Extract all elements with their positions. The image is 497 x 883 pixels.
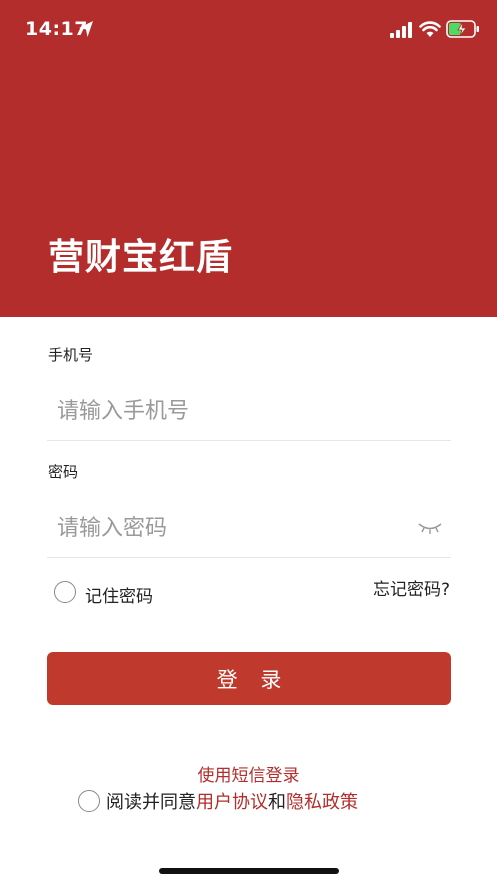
home-indicator	[159, 868, 339, 874]
header-banner: 14:17 营财宝红盾	[0, 0, 497, 317]
app-title: 营财宝红盾	[48, 237, 234, 278]
login-button[interactable]: 登 录	[47, 652, 451, 705]
agreement-row: 阅读并同意 用户协议 和 隐私政策	[78, 789, 358, 813]
user-agreement-link[interactable]: 用户协议	[196, 788, 268, 814]
forgot-password-link[interactable]: 忘记密码?	[373, 575, 450, 600]
battery-charging-icon	[446, 20, 479, 38]
agreement-prefix: 阅读并同意	[106, 792, 196, 813]
phone-input[interactable]	[47, 391, 451, 431]
password-input[interactable]	[47, 508, 407, 548]
remember-password-radio[interactable]	[54, 581, 76, 603]
cellular-signal-icon	[390, 22, 412, 38]
password-label: 密码	[48, 463, 79, 481]
eye-closed-icon[interactable]	[418, 521, 442, 535]
phone-label: 手机号	[48, 346, 94, 364]
password-divider	[47, 557, 451, 558]
sms-login-link[interactable]: 使用短信登录	[0, 761, 497, 786]
remember-password-label[interactable]: 记住密码	[85, 582, 153, 607]
privacy-policy-link[interactable]: 隐私政策	[286, 788, 358, 814]
wifi-icon	[419, 21, 441, 37]
agreement-radio[interactable]	[78, 790, 100, 812]
phone-divider	[47, 440, 451, 441]
agreement-and: 和	[268, 792, 286, 813]
status-bar: 14:17	[0, 0, 497, 60]
location-arrow-icon	[79, 21, 93, 37]
